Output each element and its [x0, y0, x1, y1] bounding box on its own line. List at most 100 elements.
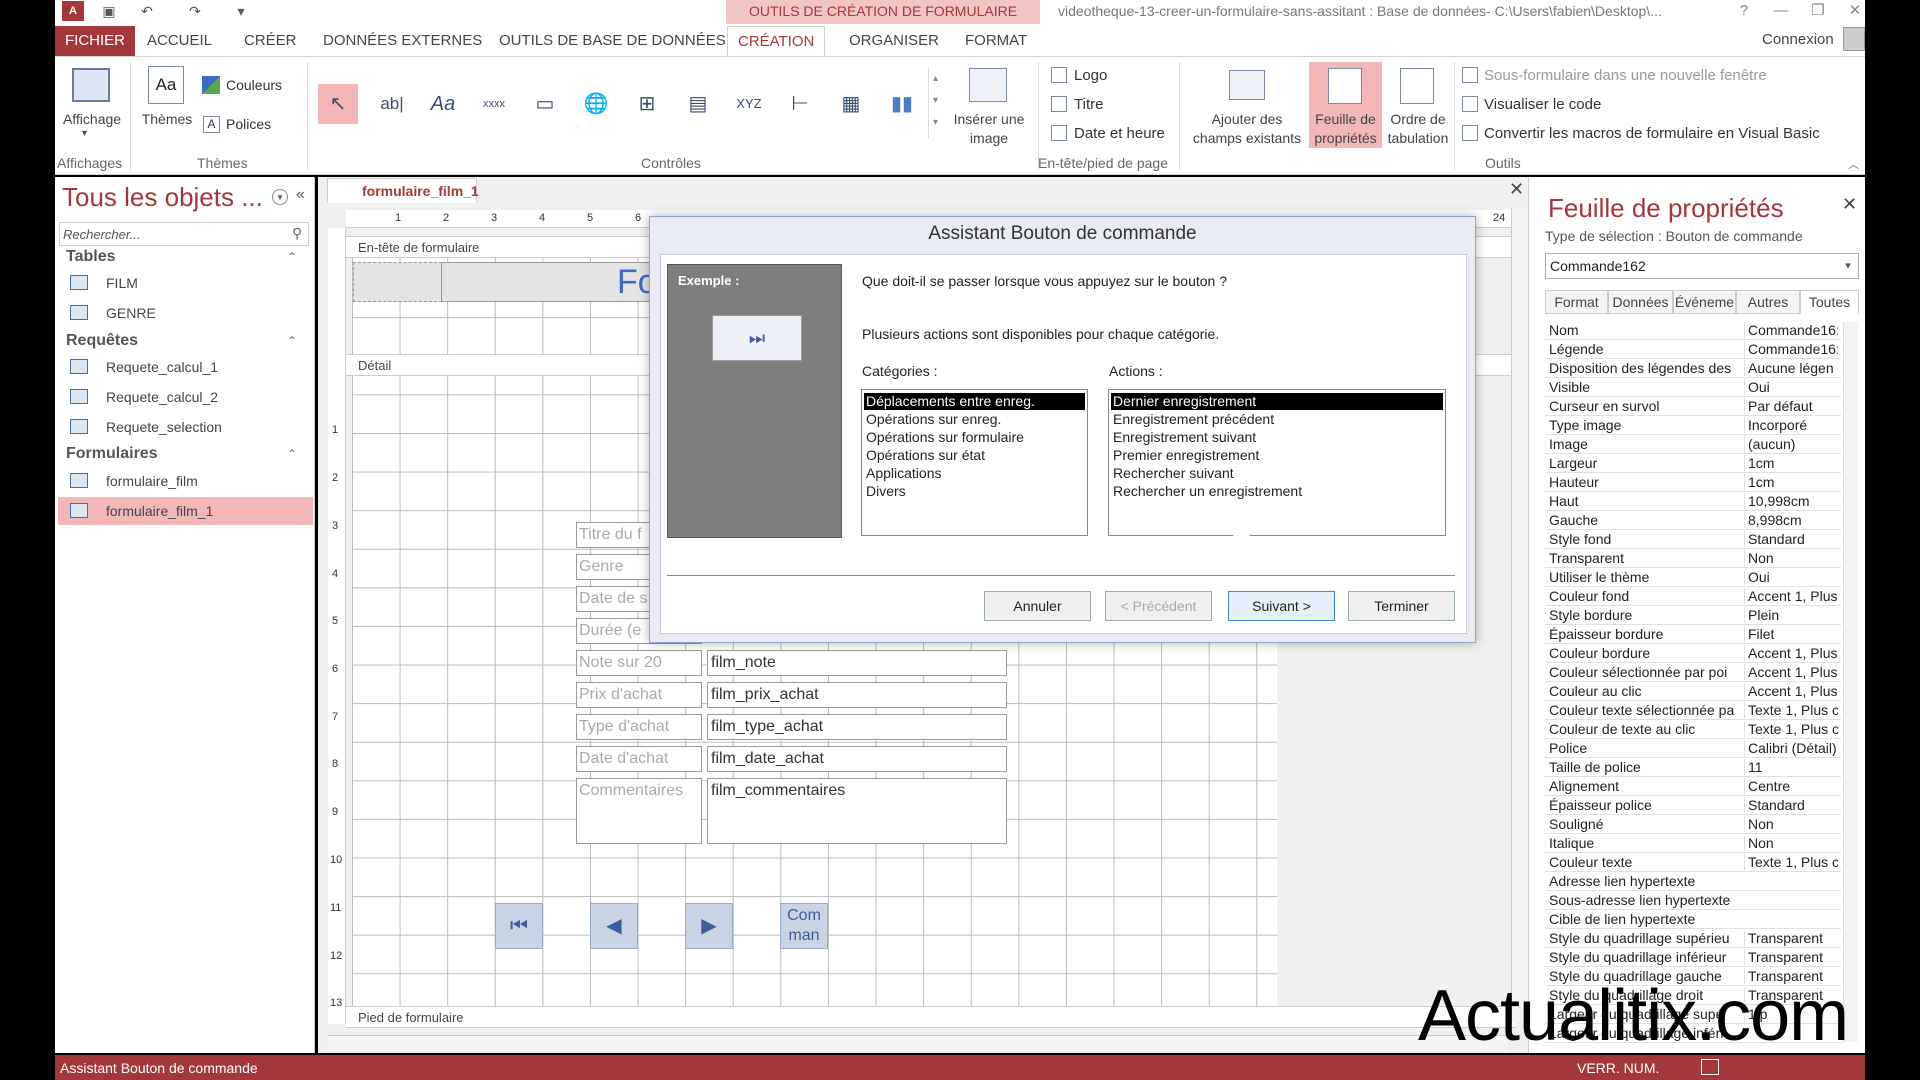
category-item[interactable]: Opérations sur enreg.	[864, 411, 1003, 428]
property-row[interactable]: Style du quadrillage inférieur Transparen…	[1545, 948, 1841, 967]
next-button[interactable]: Suivant >	[1228, 591, 1335, 621]
property-value[interactable]: Aucune légen	[1744, 360, 1838, 376]
vertical-scrollbar[interactable]	[1511, 208, 1528, 1023]
undo-icon[interactable]: ↶	[138, 2, 156, 20]
property-row[interactable]: Gauche 8,998cm	[1545, 511, 1841, 530]
restore-button[interactable]: ❐	[1803, 0, 1833, 22]
avatar[interactable]	[1843, 27, 1865, 51]
finish-button[interactable]: Terminer	[1348, 591, 1455, 621]
document-tab[interactable]: formulaire_film_1	[327, 178, 479, 203]
page-break-tool-icon[interactable]: ⊢	[780, 84, 820, 124]
tab-organiser[interactable]: ORGANISER	[839, 26, 949, 56]
property-value[interactable]: Oui	[1744, 379, 1838, 395]
property-row[interactable]: Curseur en survol Par défaut	[1545, 397, 1841, 416]
tab-toutes[interactable]: Toutes	[1800, 290, 1859, 314]
minimize-button[interactable]: —	[1766, 0, 1796, 22]
nav-item-genre[interactable]: GENRE	[58, 299, 313, 327]
convertir-macros-button[interactable]: Convertir les macros de formulaire en Vi…	[1484, 125, 1820, 142]
collapse-ribbon-icon[interactable]: ︿	[1848, 156, 1859, 172]
property-row[interactable]: Hauteur 1cm	[1545, 473, 1841, 492]
property-row[interactable]: Couleur au clic Accent 1, Plus	[1545, 682, 1841, 701]
property-value[interactable]: Texte 1, Plus cl	[1744, 721, 1838, 737]
property-value[interactable]: 8,998cm	[1744, 512, 1838, 528]
action-item[interactable]: Dernier enregistrement	[1111, 393, 1443, 410]
nav-search-input[interactable]: Rechercher...	[59, 222, 309, 246]
visualiser-code-button[interactable]: Visualiser le code	[1484, 96, 1601, 113]
header-title-label[interactable]: Fo	[441, 262, 681, 302]
horizontal-scrollbar[interactable]	[328, 1035, 1508, 1052]
property-row[interactable]: Image (aucun)	[1545, 435, 1841, 454]
category-item[interactable]: Déplacements entre enreg.	[864, 393, 1085, 410]
customize-toolbar-icon[interactable]: ▾	[232, 2, 250, 20]
property-value[interactable]: Texte 1, Plus cl	[1744, 702, 1838, 718]
property-row[interactable]: Visible Oui	[1545, 378, 1841, 397]
property-row[interactable]: Épaisseur police Standard	[1545, 796, 1841, 815]
tab-control-tool-icon[interactable]: ▭	[525, 84, 565, 124]
property-row[interactable]: Alignement Centre	[1545, 777, 1841, 796]
property-row[interactable]: Haut 10,998cm	[1545, 492, 1841, 511]
button-tool-icon[interactable]: xxxx	[474, 84, 514, 124]
property-row[interactable]: Épaisseur bordure Filet	[1545, 625, 1841, 644]
property-value[interactable]: Non	[1744, 835, 1838, 851]
property-row[interactable]: Adresse lien hypertexte	[1545, 872, 1841, 891]
action-item[interactable]: Rechercher suivant	[1111, 465, 1236, 482]
command-button-preview[interactable]: Com man	[780, 903, 828, 949]
field-label[interactable]: Prix d'achat	[576, 682, 702, 708]
shutter-bar-close-icon[interactable]: «	[296, 186, 305, 204]
property-value[interactable]: Commande16:	[1744, 322, 1838, 338]
hyperlink-tool-icon[interactable]: 🌐	[576, 84, 616, 124]
select-tool-icon[interactable]: ↖	[318, 84, 358, 124]
redo-icon[interactable]: ↷	[186, 2, 204, 20]
field-label[interactable]: Commentaires	[576, 778, 702, 844]
titre-button[interactable]: Titre	[1074, 96, 1103, 113]
affichage-button[interactable]: Affichage	[58, 111, 126, 127]
property-row[interactable]: Style fond Standard	[1545, 530, 1841, 549]
property-row[interactable]: Couleur texte Texte 1, Plus cl	[1545, 853, 1841, 872]
property-value[interactable]: Commande16:	[1744, 341, 1838, 357]
close-document-icon[interactable]: ✕	[1509, 179, 1524, 200]
property-value[interactable]: Incorporé	[1744, 417, 1838, 433]
themes-button[interactable]: Thèmes	[140, 111, 194, 127]
tab-creation[interactable]: CRÉATION	[727, 26, 826, 56]
tab-format[interactable]: Format	[1545, 290, 1608, 314]
property-row[interactable]: Nom Commande16:	[1545, 321, 1841, 340]
field-textbox[interactable]: film_date_achat	[707, 746, 1007, 772]
search-icon[interactable]: ⚲	[292, 225, 302, 242]
web-browser-tool-icon[interactable]: ⊞	[627, 84, 667, 124]
property-row[interactable]: Couleur texte sélectionnée pa Texte 1, Pl…	[1545, 701, 1841, 720]
property-value[interactable]: Par défaut	[1744, 398, 1838, 414]
category-item[interactable]: Divers	[864, 483, 908, 500]
combo-box-tool-icon[interactable]: ▦	[831, 84, 871, 124]
nav-item-requete-calcul-2[interactable]: Requete_calcul_2	[58, 383, 313, 411]
property-row[interactable]: Disposition des légendes des Aucune légen	[1545, 359, 1841, 378]
field-label[interactable]: Type d'achat	[576, 714, 702, 740]
previous-record-button[interactable]: ◀	[590, 903, 638, 949]
property-value[interactable]: Calibri (Détail)	[1744, 740, 1838, 756]
nav-item-formulaire-film-1[interactable]: formulaire_film_1	[58, 497, 313, 525]
nav-item-formulaire-film[interactable]: formulaire_film	[58, 467, 313, 495]
property-row[interactable]: Style bordure Plein	[1545, 606, 1841, 625]
property-row[interactable]: Transparent Non	[1545, 549, 1841, 568]
property-value[interactable]: 10,998cm	[1744, 493, 1838, 509]
field-textbox[interactable]: film_prix_achat	[707, 682, 1007, 708]
property-value[interactable]: Filet	[1744, 626, 1838, 642]
property-row[interactable]: Style du quadrillage supérieu Transparent	[1545, 929, 1841, 948]
next-record-button[interactable]: ▶	[685, 903, 733, 949]
navigation-tool-icon[interactable]: ▤	[678, 84, 718, 124]
field-textbox[interactable]: film_commentaires	[707, 778, 1007, 844]
property-value[interactable]: Non	[1744, 816, 1838, 832]
ordre-tabulation-button[interactable]: Ordre de	[1383, 111, 1453, 127]
option-group-tool-icon[interactable]: XYZ	[729, 84, 769, 124]
date-heure-button[interactable]: Date et heure	[1074, 125, 1165, 142]
label-tool-icon[interactable]: Aa	[423, 84, 463, 124]
property-row[interactable]: Couleur sélectionnée par poi Accent 1, Pl…	[1545, 663, 1841, 682]
gallery-scroll[interactable]: ▴ ▾ ▾	[928, 68, 942, 138]
field-label[interactable]: Note sur 20	[576, 650, 702, 676]
nav-item-requete-selection[interactable]: Requete_selection	[58, 413, 313, 441]
first-record-button[interactable]: ⏮	[495, 903, 543, 949]
property-row[interactable]: Taille de police 11	[1545, 758, 1841, 777]
help-button[interactable]: ?	[1729, 0, 1759, 22]
property-value[interactable]: Standard	[1744, 531, 1838, 547]
tab-fichier[interactable]: FICHIER	[55, 26, 135, 56]
property-row[interactable]: Utiliser le thème Oui	[1545, 568, 1841, 587]
